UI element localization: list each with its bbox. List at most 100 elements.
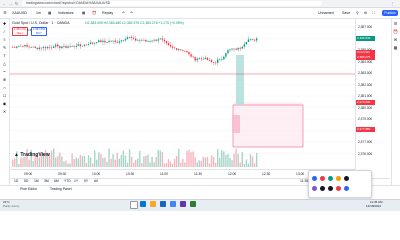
edge-icon[interactable] [160,201,166,207]
range-5d[interactable]: 5D [24,179,28,184]
tab-trading-panel[interactable]: Trading Panel [50,187,72,192]
candle-body [137,40,139,41]
zoom-icon[interactable]: ⊕ [1,77,8,83]
candle-body [202,59,205,60]
app-icon-9[interactable] [336,186,341,191]
trash-icon[interactable]: ✕ [1,109,8,115]
range-6m[interactable]: 6M [54,179,59,184]
search-icon[interactable] [130,201,138,209]
undo-icon[interactable]: ↶ [122,10,125,16]
app-icon-5[interactable] [344,176,349,181]
candle-body [81,45,84,47]
symbol-search[interactable]: XAUUSD [12,10,27,16]
ruler-icon[interactable]: ⎯ [1,69,8,75]
magnet-icon[interactable]: ∩ [1,85,8,91]
pattern-icon[interactable]: △ [1,61,8,67]
tray-date[interactable]: 12/18/2024 [366,204,381,208]
volume-bar [85,163,88,167]
tv-logo-icon: ▲ [14,152,19,158]
volume-bar [124,155,127,167]
alert-icon[interactable]: ⏰ [92,10,96,16]
watchlist-icon[interactable]: ☰ [392,21,399,27]
os-taskbar [0,199,400,211]
candle-body [69,46,71,47]
interval-selector[interactable]: 1m [36,10,41,16]
chrome-icon[interactable] [170,201,176,207]
crosshair-icon[interactable]: ✚ [1,21,8,27]
volume-bar [212,157,215,167]
range-1d[interactable]: 1D [14,179,18,184]
range-1m[interactable]: 1M [34,179,39,184]
sell-button[interactable]: 2,382.650 SELL [12,27,28,36]
app-icon-6[interactable] [312,186,317,191]
candle-body [87,44,90,45]
calendar-icon[interactable]: ▦ [392,45,399,51]
app-icon-2[interactable] [320,176,325,181]
volume-bar [251,156,254,167]
gear-icon[interactable]: ⚙ [364,10,367,16]
app-icon-1[interactable] [312,176,317,181]
quick-toolbar-popup[interactable] [308,170,372,198]
brush-icon[interactable]: ✎ [1,45,8,51]
chart-pane[interactable] [10,19,355,169]
symbol-legend[interactable]: Gold Spot / U.S. Dollar · 1 · OANDA [12,21,70,26]
range-5y[interactable]: 5Y [84,179,88,184]
range-1y[interactable]: 1Y [74,179,78,184]
lock-icon[interactable]: ☐ [1,93,8,99]
layout-icon[interactable]: ▦ [82,10,85,16]
app-icon-8[interactable] [328,186,333,191]
save-button[interactable]: Save [342,10,350,16]
app-icon-10[interactable] [344,186,349,191]
volume-bar [12,159,14,167]
candle-body [42,47,45,48]
app-taskbar-icon-2[interactable] [190,201,196,207]
publish-button[interactable]: Publish [382,10,398,16]
arrow-left-icon[interactable]: ← [2,1,7,6]
more-vert-icon[interactable]: ⋮ [390,1,395,6]
chart-type-icon[interactable]: ▩ [48,10,51,16]
eye-icon[interactable]: ◉ [1,101,8,107]
price-scale[interactable]: 2,387.0002,386.0002,385.0002,384.0002,38… [355,19,391,169]
arrow-right-icon[interactable]: → [8,1,13,6]
start-icon[interactable] [140,201,146,207]
range-3m[interactable]: 3M [44,179,49,184]
volume-bar [132,162,135,167]
tab-pine-editor[interactable]: Pine Editor [20,187,37,192]
candle-body [253,39,256,41]
text-icon[interactable]: T [1,53,8,59]
replay-button[interactable]: Replay [102,10,113,16]
redo-icon[interactable]: ↷ [130,10,133,16]
chat-icon[interactable]: ✉ [392,37,399,43]
time-axis[interactable]: 09:00 09:30 10:00 10:30 11:00 11:30 12:00 12:30… [10,169,355,178]
volume-bar [176,156,178,167]
candle-body [38,47,41,50]
candle-body [219,59,221,60]
url-text[interactable]: tradingview.com/chart/?symbol=OANDA%3AXA… [26,1,110,6]
volume-bar [63,161,65,167]
explorer-icon[interactable] [150,201,156,207]
volume-bar [249,154,252,167]
volume-bar [157,150,159,167]
buy-button[interactable]: 2,382.950 BUY [31,27,47,36]
volume-bar [55,157,57,167]
range-ytd[interactable]: YTD [64,179,71,184]
fib-icon[interactable]: ≡ [1,37,8,43]
trendline-icon[interactable]: ∕ [1,29,8,35]
layout-name-button[interactable]: Unnamed [318,10,334,16]
candle-body [145,39,147,42]
candlestick-chart[interactable] [10,19,355,169]
app-icon-3[interactable] [328,176,333,181]
search-icon[interactable]: ⚲ [356,10,359,16]
candle-body [48,47,51,48]
reload-icon[interactable]: ↻ [14,1,19,6]
app-icon-7[interactable] [320,186,325,191]
range-all[interactable]: All [94,179,98,184]
menu-icon[interactable]: ☰ [2,10,8,16]
indicators-button[interactable]: Indicators [58,10,74,16]
alerts-icon[interactable]: ⏰ [392,29,399,35]
weather-text[interactable]: Partly sunny [3,204,20,208]
app-icon-4[interactable] [336,176,341,181]
price-label: 2,379.000 [358,117,373,121]
fullscreen-icon[interactable]: ⛶ [372,10,375,16]
app-taskbar-icon[interactable] [180,201,186,207]
